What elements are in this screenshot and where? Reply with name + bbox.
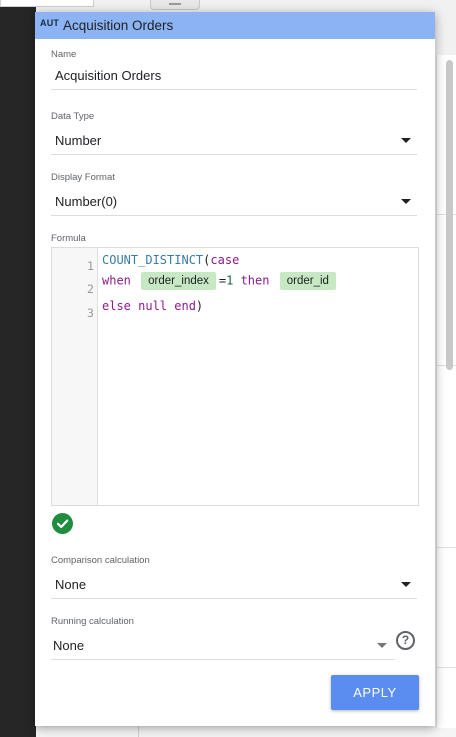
- help-circle-icon[interactable]: ?: [396, 631, 415, 650]
- dialog-title: Acquisition Orders: [63, 18, 174, 33]
- display-format-value: Number(0): [55, 194, 118, 209]
- dropdown-arrow-icon: [401, 199, 411, 204]
- running-underline: [51, 659, 395, 660]
- line-number: 1: [87, 259, 94, 273]
- formula-keyword: then: [240, 273, 270, 288]
- name-label: Name: [51, 49, 77, 60]
- formula-keyword: case: [210, 253, 240, 267]
- name-input[interactable]: Acquisition Orders: [55, 68, 161, 83]
- display-format-underline: [51, 215, 417, 216]
- comparison-calculation-label: Comparison calculation: [51, 555, 150, 566]
- formula-editor[interactable]: 1 2 3 COUNT_DISTINCT(case when order_ind…: [51, 247, 419, 506]
- formula-line-2: when order_index =1 then order_id: [102, 272, 339, 290]
- background-scrollbar[interactable]: [446, 60, 453, 370]
- line-number: 3: [87, 306, 94, 320]
- display-format-select[interactable]: Number(0): [51, 188, 417, 216]
- background-input: [0, 0, 94, 7]
- comparison-calculation-value: None: [55, 577, 87, 592]
- line-number: 2: [87, 282, 94, 296]
- background-toggle: [150, 0, 200, 10]
- apply-button[interactable]: APPLY: [331, 675, 419, 710]
- dropdown-arrow-icon: [401, 138, 411, 143]
- dialog-header: AUT Acquisition Orders: [35, 12, 435, 39]
- dropdown-arrow-icon: [401, 582, 411, 587]
- running-calculation-value: None: [53, 638, 85, 653]
- display-format-label: Display Format: [51, 172, 115, 183]
- field-chip-order-index[interactable]: order_index: [141, 272, 216, 290]
- background-divider: [436, 667, 456, 668]
- formula-line-1: COUNT_DISTINCT(case: [102, 253, 239, 267]
- edit-field-dialog: AUT Acquisition Orders Name Acquisition …: [35, 12, 435, 726]
- field-chip-order-id[interactable]: order_id: [279, 272, 336, 290]
- formula-line-3: else null end): [102, 299, 203, 313]
- name-underline: [51, 89, 417, 90]
- background-divider: [436, 547, 456, 548]
- background-bottom-bar: [36, 728, 456, 737]
- formula-function: COUNT_DISTINCT: [102, 253, 204, 267]
- formula-label: Formula: [51, 233, 86, 244]
- formula-keyword: else null end: [102, 299, 196, 313]
- running-calculation-label: Running calculation: [51, 616, 134, 627]
- formula-keyword: when: [102, 273, 131, 288]
- data-type-label: Data Type: [51, 111, 95, 122]
- aut-type-icon: AUT: [40, 18, 60, 28]
- background-left-panel: [0, 0, 36, 737]
- comparison-underline: [51, 598, 417, 599]
- running-calculation-select[interactable]: None: [51, 632, 395, 660]
- comparison-calculation-select[interactable]: None: [51, 571, 417, 599]
- data-type-select[interactable]: Number: [51, 127, 417, 155]
- dropdown-arrow-icon: [377, 643, 387, 648]
- check-circle-icon: [52, 513, 73, 534]
- formula-paren: ): [195, 299, 204, 313]
- data-type-underline: [51, 154, 417, 155]
- data-type-value: Number: [55, 133, 102, 148]
